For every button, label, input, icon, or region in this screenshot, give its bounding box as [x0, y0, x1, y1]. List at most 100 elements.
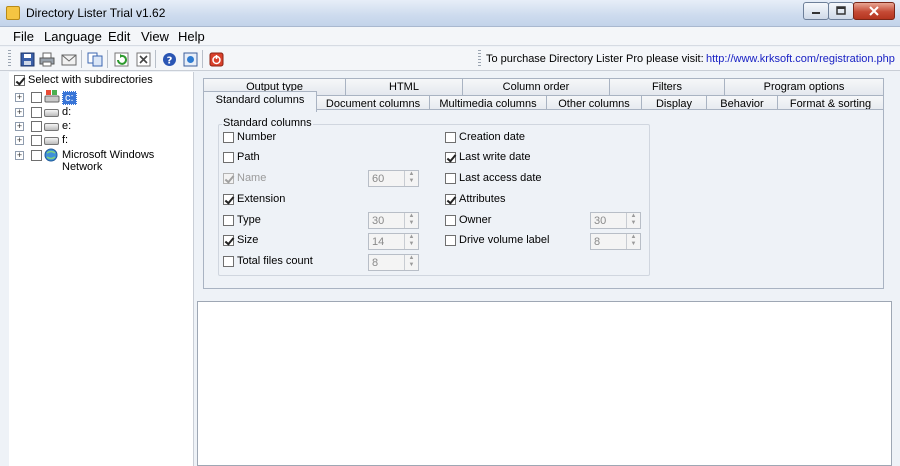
tree-item-checkbox[interactable] — [31, 92, 42, 103]
name-width-spinner[interactable]: 60 ▲ ▼ — [368, 170, 419, 187]
attributes-checkbox[interactable] — [445, 194, 456, 205]
print-icon — [39, 52, 55, 66]
number-checkbox[interactable] — [223, 132, 234, 143]
drive-volume-width-spinner[interactable]: 8 ▲ ▼ — [590, 233, 641, 250]
group-title: Standard columns — [222, 117, 313, 129]
spin-up-icon[interactable]: ▲ — [405, 234, 418, 241]
number-label: Number — [237, 131, 277, 143]
svg-text:?: ? — [166, 55, 172, 66]
tree-item-checkbox[interactable] — [31, 121, 42, 132]
refresh-icon — [114, 52, 128, 66]
select-subdirs-checkbox[interactable] — [14, 75, 25, 86]
spin-up-icon[interactable]: ▲ — [405, 255, 418, 262]
tree-item-network[interactable]: Microsoft Windows Network — [62, 149, 193, 173]
drive-volume-label-checkbox[interactable] — [445, 235, 456, 246]
owner-checkbox[interactable] — [445, 215, 456, 226]
close-icon — [869, 6, 879, 16]
refresh-button[interactable] — [112, 50, 130, 68]
spin-down-icon[interactable]: ▼ — [405, 220, 418, 227]
network-icon — [44, 148, 58, 162]
tree-item-d[interactable]: d: — [62, 106, 71, 118]
menu-language[interactable]: Language — [44, 29, 102, 44]
tree-item-e[interactable]: e: — [62, 120, 71, 132]
tab-filters[interactable]: Filters — [609, 78, 725, 95]
tree-item-checkbox[interactable] — [31, 135, 42, 146]
maximize-button[interactable] — [828, 2, 854, 20]
about-icon — [183, 52, 197, 66]
exit-icon — [209, 52, 223, 66]
drive-icon — [44, 109, 59, 117]
tab-html[interactable]: HTML — [345, 78, 463, 95]
drive-volume-width-value: 8 — [594, 236, 601, 248]
menu-file[interactable]: File — [13, 29, 34, 44]
total-files-width-spinner[interactable]: 8 ▲ ▼ — [368, 254, 419, 271]
toolbar-grip[interactable] — [8, 50, 11, 68]
tab-column-order[interactable]: Column order — [462, 78, 610, 95]
spin-down-icon[interactable]: ▼ — [405, 178, 418, 185]
owner-width-spinner[interactable]: 30 ▲ ▼ — [590, 212, 641, 229]
size-width-spinner[interactable]: 14 ▲ ▼ — [368, 233, 419, 250]
toolbar-grip[interactable] — [478, 50, 481, 68]
spin-down-icon[interactable]: ▼ — [405, 262, 418, 269]
help-button[interactable]: ? — [160, 50, 178, 68]
menu-edit[interactable]: Edit — [108, 29, 130, 44]
tree-item-f[interactable]: f: — [62, 134, 68, 146]
type-checkbox[interactable] — [223, 215, 234, 226]
save-button[interactable] — [18, 50, 36, 68]
spin-down-icon[interactable]: ▼ — [405, 241, 418, 248]
copy-button[interactable] — [86, 50, 104, 68]
menu-view[interactable]: View — [141, 29, 169, 44]
path-checkbox[interactable] — [223, 152, 234, 163]
directory-tree-panel: Select with subdirectories + c: + d: + e… — [9, 72, 194, 466]
spin-up-icon[interactable]: ▲ — [627, 213, 640, 220]
output-preview-area[interactable] — [197, 301, 892, 466]
tree-item-c[interactable]: c: — [62, 91, 77, 105]
name-checkbox — [223, 173, 234, 184]
spin-up-icon[interactable]: ▲ — [405, 171, 418, 178]
path-label: Path — [237, 151, 260, 163]
close-button[interactable] — [853, 2, 895, 20]
email-button[interactable] — [60, 50, 78, 68]
owner-label: Owner — [459, 214, 492, 226]
extension-checkbox[interactable] — [223, 194, 234, 205]
expand-icon[interactable]: + — [15, 151, 24, 160]
toolbar-separator — [155, 50, 156, 68]
system-drive-icon — [44, 90, 60, 103]
expand-icon[interactable]: + — [15, 122, 24, 131]
last-write-date-label: Last write date — [459, 151, 531, 163]
spin-up-icon[interactable]: ▲ — [627, 234, 640, 241]
last-access-date-checkbox[interactable] — [445, 173, 456, 184]
tab-program-options[interactable]: Program options — [724, 78, 884, 95]
total-files-count-checkbox[interactable] — [223, 256, 234, 267]
creation-date-label: Creation date — [459, 131, 526, 143]
extension-label: Extension — [237, 193, 286, 205]
total-files-width-value: 8 — [372, 257, 379, 269]
size-label: Size — [237, 234, 259, 246]
drive-icon — [44, 123, 59, 131]
expand-icon[interactable]: + — [15, 93, 24, 102]
size-width-value: 14 — [372, 236, 385, 248]
last-write-date-checkbox[interactable] — [445, 152, 456, 163]
tab-standard-columns[interactable]: Standard columns — [203, 91, 317, 112]
tree-item-checkbox[interactable] — [31, 107, 42, 118]
spin-up-icon[interactable]: ▲ — [405, 213, 418, 220]
expand-icon[interactable]: + — [15, 136, 24, 145]
purchase-text: To purchase Directory Lister Pro please … — [486, 53, 704, 65]
drive-volume-label-label: Drive volume label — [459, 234, 550, 246]
name-label: Name — [237, 172, 267, 184]
size-checkbox[interactable] — [223, 235, 234, 246]
clear-button[interactable] — [134, 50, 152, 68]
about-button[interactable] — [181, 50, 199, 68]
type-width-spinner[interactable]: 30 ▲ ▼ — [368, 212, 419, 229]
registration-link[interactable]: http://www.krksoft.com/registration.php — [706, 53, 895, 65]
menu-help[interactable]: Help — [178, 29, 205, 44]
tree-item-checkbox[interactable] — [31, 150, 42, 161]
expand-icon[interactable]: + — [15, 108, 24, 117]
creation-date-checkbox[interactable] — [445, 132, 456, 143]
spin-down-icon[interactable]: ▼ — [627, 241, 640, 248]
exit-button[interactable] — [207, 50, 225, 68]
spin-down-icon[interactable]: ▼ — [627, 220, 640, 227]
print-button[interactable] — [38, 50, 56, 68]
minimize-button[interactable] — [803, 2, 829, 20]
app-icon — [6, 6, 20, 20]
